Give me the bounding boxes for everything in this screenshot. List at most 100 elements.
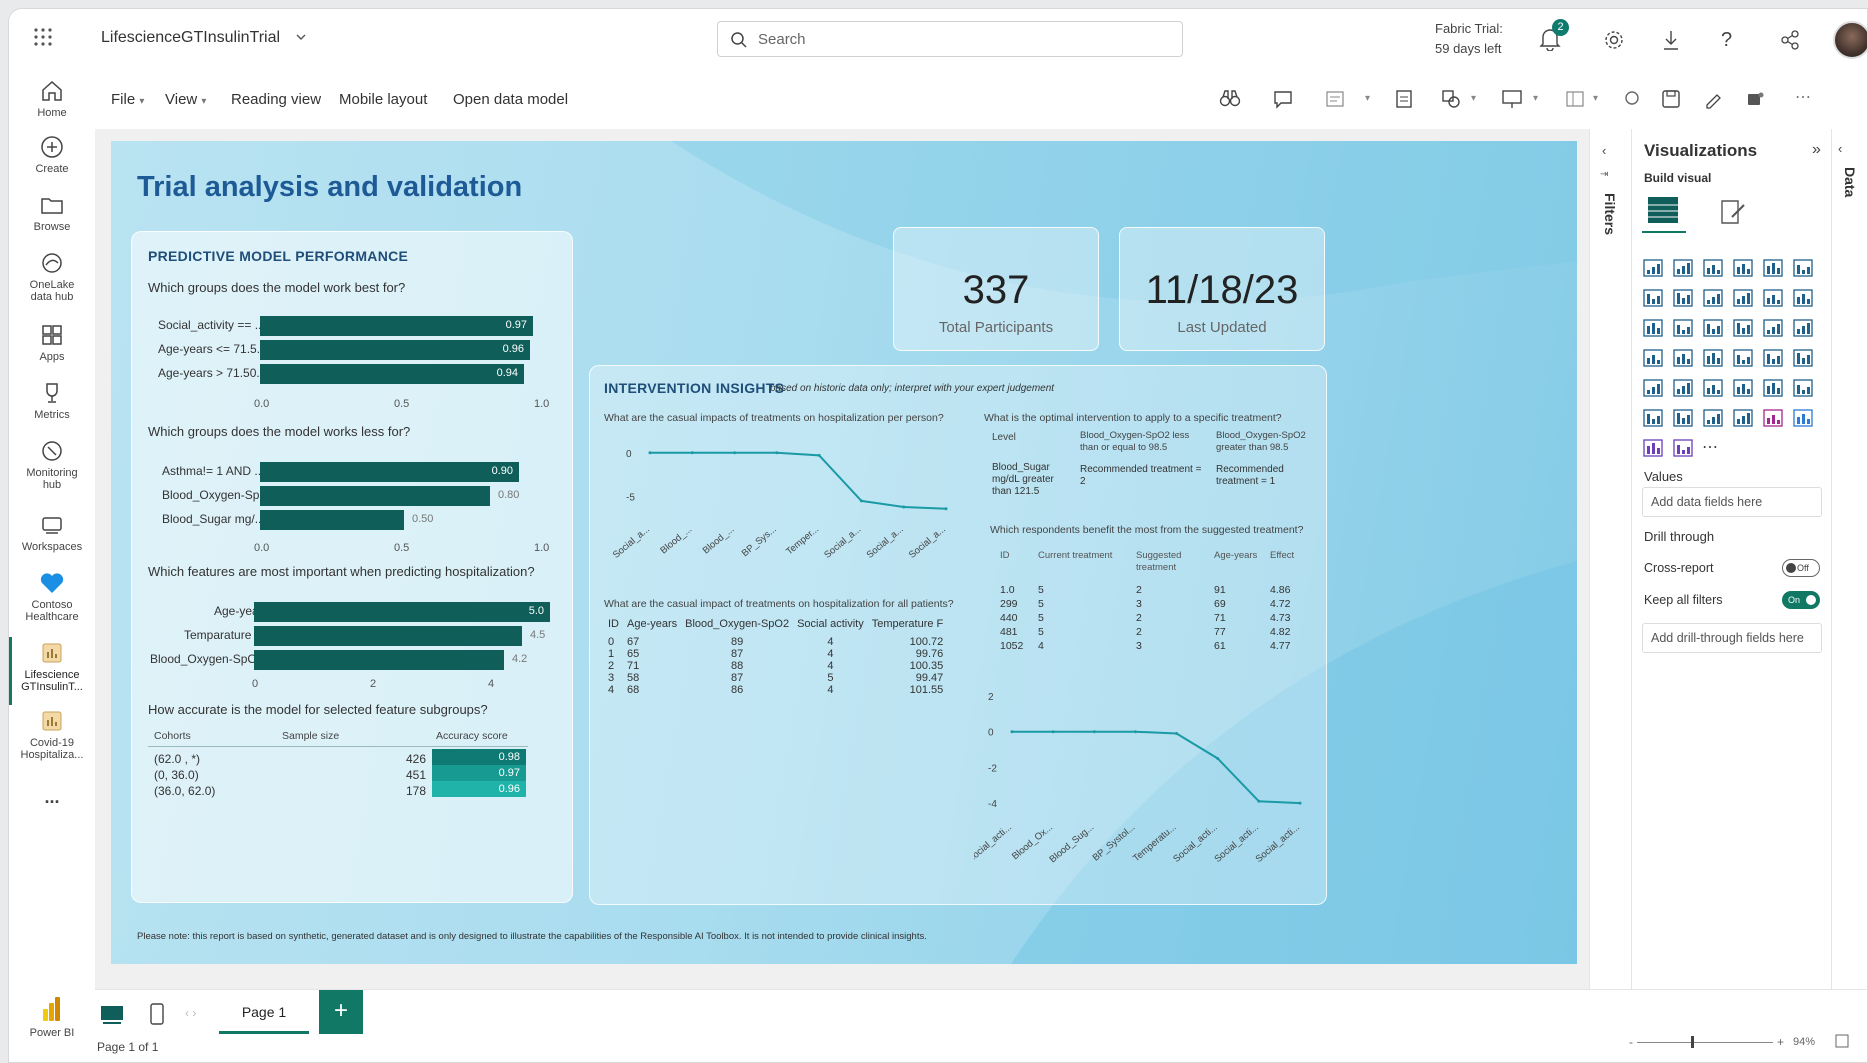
waterfall-icon[interactable]: [1642, 317, 1666, 341]
mobile-layout-icon[interactable]: [149, 1002, 165, 1026]
paginated-icon[interactable]: [1732, 407, 1756, 431]
search-box[interactable]: Search: [717, 21, 1183, 57]
qa-icon[interactable]: [1642, 407, 1666, 431]
stacked-area-icon[interactable]: [1702, 287, 1726, 311]
respondents-line-chart[interactable]: 20-2-4Social_acti...Blood_Ox...Blood_Sug…: [974, 688, 1328, 902]
settings-gear-icon[interactable]: [1603, 29, 1625, 51]
matrix-icon[interactable]: [1732, 377, 1756, 401]
filters-pane[interactable]: ‹ ⇥ Filters: [1589, 129, 1631, 1009]
donut-icon[interactable]: [1762, 317, 1786, 341]
goals-icon[interactable]: [1702, 407, 1726, 431]
best-group-bar-1[interactable]: 0.97: [260, 316, 533, 336]
stacked-column-icon[interactable]: [1672, 257, 1696, 281]
page-icon[interactable]: [1395, 89, 1413, 109]
page-tab-1[interactable]: Page 1: [219, 990, 309, 1034]
chevron-down-icon[interactable]: ▾: [1471, 93, 1476, 104]
narrative-icon[interactable]: [1672, 407, 1696, 431]
add-data-fields-well[interactable]: Add data fields here: [1642, 487, 1822, 517]
add-page-button[interactable]: +: [319, 990, 363, 1034]
data-point[interactable]: [648, 451, 652, 455]
feature-bar-2[interactable]: [254, 626, 522, 646]
line-clustered-icon[interactable]: [1762, 287, 1786, 311]
series-line[interactable]: [1012, 730, 1301, 805]
azure-map-icon[interactable]: [1702, 347, 1726, 371]
data-point[interactable]: [1298, 801, 1302, 805]
feature-bar-1[interactable]: 5.0: [254, 602, 550, 622]
data-point[interactable]: [1010, 730, 1014, 734]
rail-apps[interactable]: Apps: [9, 323, 95, 363]
area-chart-icon[interactable]: [1672, 287, 1696, 311]
data-point[interactable]: [775, 451, 779, 455]
data-point[interactable]: [1175, 731, 1179, 735]
gauge-icon[interactable]: [1732, 347, 1756, 371]
edit-pin-icon[interactable]: [1703, 89, 1723, 109]
rail-monitoring[interactable]: Monitoring hub: [9, 439, 95, 491]
line-chart-icon[interactable]: [1642, 287, 1666, 311]
funnel-icon[interactable]: [1672, 317, 1696, 341]
reading-view-button[interactable]: Reading view: [231, 91, 321, 108]
share-icon[interactable]: [1779, 29, 1801, 51]
cross-report-toggle[interactable]: Off: [1782, 559, 1820, 577]
filter-toggle-icon[interactable]: ⇥: [1600, 169, 1608, 180]
data-point[interactable]: [944, 507, 948, 511]
treemap-icon[interactable]: [1792, 317, 1816, 341]
mobile-layout-button[interactable]: Mobile layout: [339, 91, 427, 108]
rail-contoso[interactable]: Contoso Healthcare: [9, 571, 95, 623]
download-icon[interactable]: [1661, 29, 1681, 51]
zoom-slider[interactable]: [1637, 1042, 1773, 1043]
slicer-icon[interactable]: [1672, 377, 1696, 401]
kpi-icon[interactable]: [1642, 377, 1666, 401]
more-icon[interactable]: ...: [9, 788, 95, 806]
100-column-icon[interactable]: [1792, 257, 1816, 281]
workspace-title[interactable]: LifescienceGTInsulinTrial: [101, 29, 280, 47]
collapse-chevron-icon[interactable]: ‹: [1838, 141, 1842, 156]
desktop-layout-icon[interactable]: [99, 1004, 125, 1026]
app-launcher-icon[interactable]: [33, 27, 53, 47]
data-point[interactable]: [1051, 730, 1055, 734]
binoculars-icon[interactable]: [1219, 89, 1241, 109]
best-group-bar-2[interactable]: 0.96: [260, 340, 530, 360]
data-point[interactable]: [1257, 799, 1261, 803]
scatter-icon[interactable]: [1702, 317, 1726, 341]
decomposition-tree-icon[interactable]: [1792, 377, 1816, 401]
textbox-icon[interactable]: [1325, 89, 1345, 109]
rail-home[interactable]: Home: [9, 79, 95, 119]
zoom-level[interactable]: 94%: [1793, 1036, 1815, 1048]
data-point[interactable]: [1216, 756, 1220, 760]
multirow-card-icon[interactable]: [1792, 347, 1816, 371]
rail-onelake[interactable]: OneLake data hub: [9, 251, 95, 303]
key-influencers-icon[interactable]: [1762, 377, 1786, 401]
card-icon[interactable]: [1762, 347, 1786, 371]
shapes-icon[interactable]: [1441, 89, 1461, 109]
more-visuals-icon[interactable]: ⋯: [1702, 437, 1726, 461]
chevron-down-icon[interactable]: ▾: [1593, 93, 1598, 104]
build-visual-tab[interactable]: [1642, 191, 1686, 233]
help-icon[interactable]: ?: [1721, 29, 1732, 52]
acc-header-score[interactable]: Accuracy score: [436, 730, 508, 742]
page-prev-icon[interactable]: ‹ ›: [185, 1006, 196, 1020]
kpi-last-updated[interactable]: 11/18/23 Last Updated: [1119, 227, 1325, 351]
pie-icon[interactable]: [1732, 317, 1756, 341]
drill-through-well[interactable]: Add drill-through fields here: [1642, 623, 1822, 653]
rail-powerbi[interactable]: Power BI: [9, 995, 95, 1039]
diamond-icon[interactable]: [1642, 437, 1666, 461]
fit-page-icon[interactable]: [1835, 1034, 1849, 1048]
data-point[interactable]: [733, 451, 737, 455]
rail-create[interactable]: Create: [9, 135, 95, 175]
save-icon[interactable]: [1661, 89, 1681, 109]
rail-lifescience-report[interactable]: Lifescience GTInsulinT...: [9, 641, 95, 693]
data-pane[interactable]: ‹ Data: [1831, 129, 1867, 1009]
chevron-down-icon[interactable]: [295, 31, 307, 43]
data-point[interactable]: [817, 453, 821, 457]
map-icon[interactable]: [1642, 347, 1666, 371]
rail-browse[interactable]: Browse: [9, 193, 95, 233]
line-column-icon[interactable]: [1732, 287, 1756, 311]
collapse-chevron-icon[interactable]: ‹: [1602, 143, 1606, 158]
filled-map-icon[interactable]: [1672, 347, 1696, 371]
causal-person-line-chart[interactable]: 0-5Social_a... Blood_... Blood_... BP_Sys..…: [604, 430, 964, 570]
menu-file[interactable]: File ▾: [111, 91, 144, 108]
rail-metrics[interactable]: Metrics: [9, 381, 95, 421]
chevrons-icon[interactable]: [1672, 437, 1696, 461]
user-avatar[interactable]: [1833, 21, 1867, 59]
rail-workspaces[interactable]: Workspaces: [9, 513, 95, 553]
